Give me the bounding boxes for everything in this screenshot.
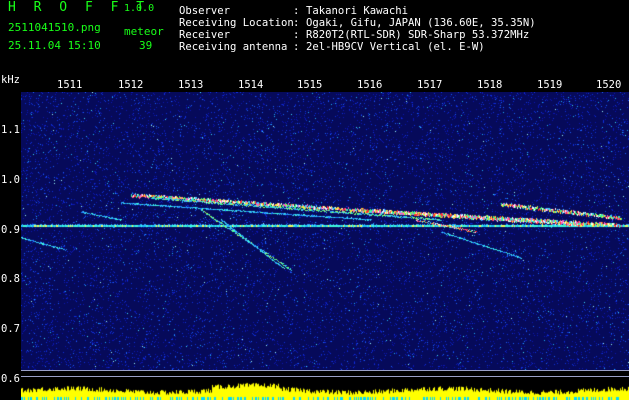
- time-tick: 1513: [178, 79, 204, 91]
- info-colon: :: [293, 29, 300, 41]
- capture-datetime: 25.11.04 15:10: [8, 39, 101, 52]
- app-version: 1.0.0: [124, 3, 155, 14]
- freq-tick: 1.0: [1, 174, 20, 186]
- time-tick: 1520: [596, 79, 622, 91]
- info-label-location: Receiving Location: [179, 17, 294, 29]
- freq-tick: 0.7: [1, 323, 20, 335]
- info-colon: :: [293, 41, 300, 53]
- spectrogram-waterfall: [21, 92, 629, 370]
- info-value-antenna: 2el-HB9CV Vertical (el. E-W): [306, 41, 485, 53]
- time-tick: 1512: [118, 79, 144, 91]
- hroft-display: H R O F F T 1.0.0 2511041510.png 25.11.0…: [0, 0, 629, 400]
- time-tick: 1514: [238, 79, 264, 91]
- activity-level-strip: [21, 378, 629, 400]
- time-tick: 1515: [297, 79, 323, 91]
- info-label-receiver: Receiver: [179, 29, 231, 41]
- y-axis-unit: kHz: [1, 74, 20, 86]
- info-label-antenna: Receiving antenna: [179, 41, 288, 53]
- time-tick: 1516: [357, 79, 383, 91]
- time-tick: 1519: [537, 79, 563, 91]
- time-tick: 1518: [477, 79, 503, 91]
- freq-tick: 1.1: [1, 124, 20, 136]
- info-value-observer: Takanori Kawachi: [306, 5, 409, 17]
- meteor-label: meteor: [124, 25, 164, 38]
- info-label-observer: Observer: [179, 5, 231, 17]
- time-tick: 1517: [417, 79, 443, 91]
- info-colon: :: [293, 17, 300, 29]
- freq-tick: 0.6: [1, 373, 20, 385]
- freq-tick: 0.9: [1, 224, 20, 236]
- info-colon: :: [293, 5, 300, 17]
- time-tick: 1511: [57, 79, 83, 91]
- meteor-count: 39: [139, 39, 153, 52]
- info-value-location: Ogaki, Gifu, JAPAN (136.60E, 35.35N): [306, 17, 536, 29]
- capture-filename: 2511041510.png: [8, 21, 101, 34]
- reference-line: [21, 376, 629, 377]
- info-value-receiver: R820T2(RTL-SDR) SDR-Sharp 53.372MHz: [306, 29, 530, 41]
- reference-line: [21, 370, 629, 371]
- freq-tick: 0.8: [1, 273, 20, 285]
